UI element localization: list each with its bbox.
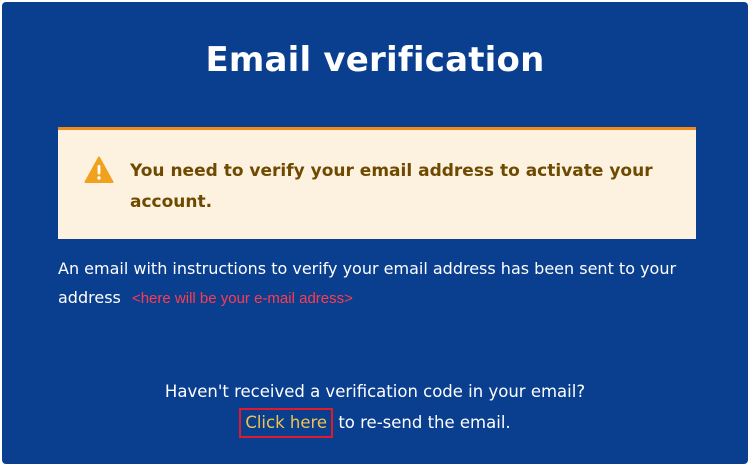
warning-icon (84, 156, 114, 183)
resend-section: Haven't received a verification code in … (2, 376, 748, 438)
instructions-text: An email with instructions to verify you… (58, 254, 708, 313)
resend-email-link[interactable]: Click here (239, 408, 334, 438)
resend-line: Click here to re-send the email. (2, 407, 748, 438)
alert-message: You need to verify your email address to… (130, 161, 653, 212)
warning-alert: You need to verify your email address to… (58, 127, 696, 239)
verification-panel: Email verification You need to verify yo… (2, 2, 748, 464)
resend-suffix: to re-send the email. (333, 413, 511, 432)
email-address-placeholder: <here will be your e-mail adress> (131, 290, 353, 307)
resend-question: Haven't received a verification code in … (164, 382, 586, 401)
page-title: Email verification (205, 40, 545, 80)
